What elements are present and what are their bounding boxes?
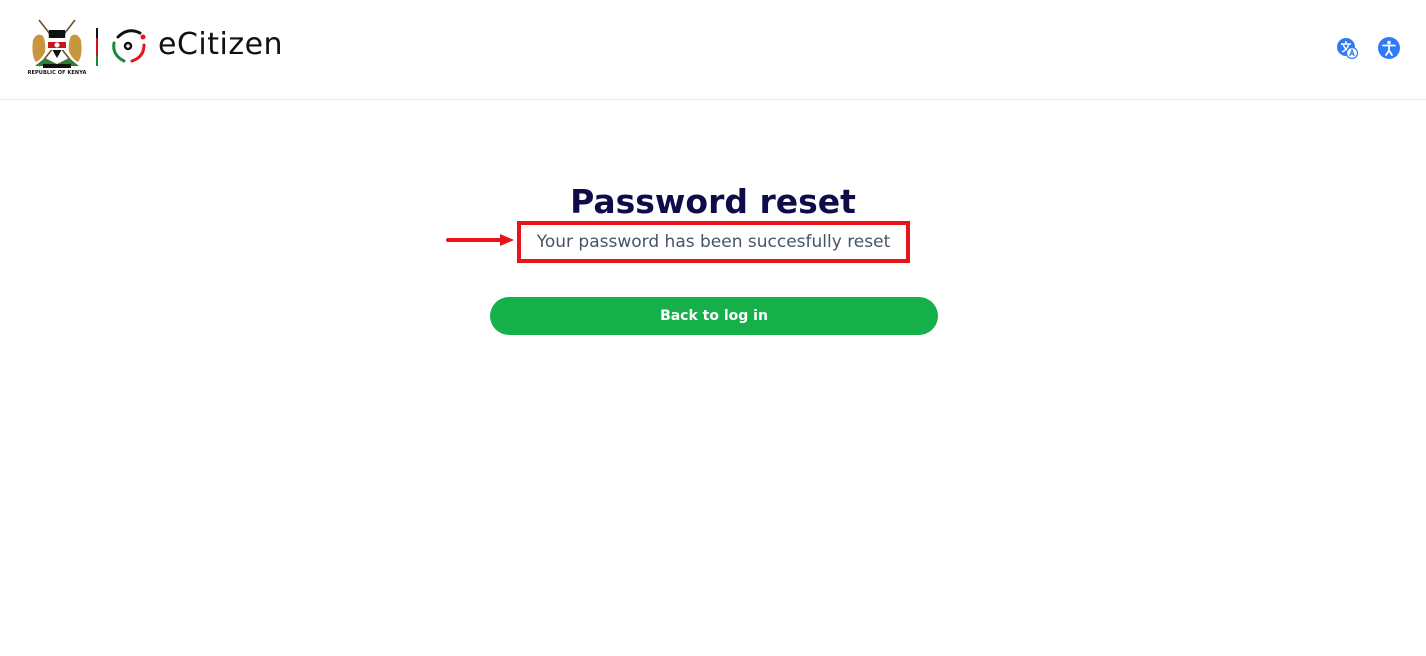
kenya-coat-of-arms-logo	[32, 19, 82, 68]
site-header: REPUBLIC OF KENYA eCitizen	[0, 0, 1426, 100]
back-to-login-button[interactable]: Back to log in	[490, 297, 938, 335]
ecitizen-logo-icon	[112, 29, 146, 63]
success-message: Your password has been succesfully reset	[536, 232, 891, 252]
flag-divider	[96, 28, 98, 66]
accessibility-icon[interactable]	[1378, 37, 1400, 59]
brand-name: eCitizen	[158, 27, 284, 62]
annotation-arrow	[446, 234, 514, 246]
translate-icon[interactable]	[1336, 37, 1358, 59]
page-title: Password reset	[570, 182, 856, 221]
coat-of-arms-caption: REPUBLIC OF KENYA	[27, 70, 87, 76]
